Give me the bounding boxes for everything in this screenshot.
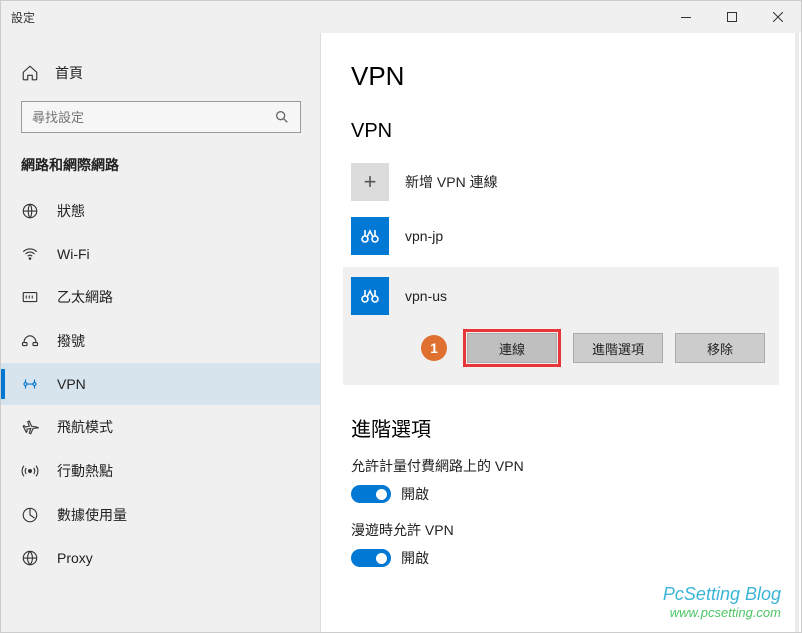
nav-label: Proxy xyxy=(57,550,93,566)
vpn-tile-icon xyxy=(351,277,389,315)
sidebar-item-status[interactable]: 狀態 xyxy=(1,189,321,233)
nav-label: 行動熱點 xyxy=(57,461,113,481)
setting-label: 允許計量付費網路上的 VPN xyxy=(351,456,771,476)
vpn-tile-icon xyxy=(351,217,389,255)
add-vpn-button[interactable]: + 新增 VPN 連線 xyxy=(351,155,771,209)
vpn-name: vpn-us xyxy=(405,288,447,304)
plus-icon: + xyxy=(351,163,389,201)
sidebar-item-vpn[interactable]: VPN xyxy=(1,363,321,405)
advanced-options-button[interactable]: 進階選項 xyxy=(573,333,663,363)
scrollbar[interactable] xyxy=(795,33,799,632)
page-title: VPN xyxy=(351,61,771,92)
vpn-actions: 1 連線 進階選項 移除 xyxy=(351,329,771,367)
hotspot-icon xyxy=(21,462,39,480)
sidebar-item-datausage[interactable]: 數據使用量 xyxy=(1,493,321,537)
add-vpn-label: 新增 VPN 連線 xyxy=(405,172,498,192)
content-pane: VPN VPN + 新增 VPN 連線 vpn-jp vpn-us 1 連線 進… xyxy=(321,33,801,632)
search-box[interactable] xyxy=(21,101,301,133)
watermark-url: www.pcsetting.com xyxy=(663,605,781,620)
window-controls xyxy=(663,1,801,33)
nav-label: 撥號 xyxy=(57,331,85,351)
close-button[interactable] xyxy=(755,1,801,33)
nav-label: 數據使用量 xyxy=(57,505,127,525)
vpn-connection-selected[interactable]: vpn-us 1 連線 進階選項 移除 xyxy=(343,267,779,385)
home-icon xyxy=(21,64,39,82)
dialup-icon xyxy=(21,332,39,350)
advanced-section-title: 進階選項 xyxy=(351,413,771,442)
proxy-icon xyxy=(21,549,39,567)
home-label: 首頁 xyxy=(55,63,83,83)
toggle-state: 開啟 xyxy=(401,548,429,568)
highlight-box: 連線 xyxy=(463,329,561,367)
setting-roaming-vpn: 漫遊時允許 VPN 開啟 xyxy=(351,520,771,568)
sidebar-item-proxy[interactable]: Proxy xyxy=(1,537,321,579)
sidebar-item-ethernet[interactable]: 乙太網路 xyxy=(1,275,321,319)
window-title: 設定 xyxy=(11,9,663,26)
sidebar-item-wifi[interactable]: Wi-Fi xyxy=(1,233,321,275)
watermark-title: PcSetting Blog xyxy=(663,584,781,605)
titlebar: 設定 xyxy=(1,1,801,33)
nav-label: 飛航模式 xyxy=(57,417,113,437)
toggle-metered-vpn[interactable] xyxy=(351,485,391,503)
sidebar-item-airplane[interactable]: 飛航模式 xyxy=(1,405,321,449)
remove-button[interactable]: 移除 xyxy=(675,333,765,363)
section-title: VPN xyxy=(351,120,771,143)
toggle-roaming-vpn[interactable] xyxy=(351,549,391,567)
vpn-name: vpn-jp xyxy=(405,228,443,244)
toggle-state: 開啟 xyxy=(401,484,429,504)
airplane-icon xyxy=(21,418,39,436)
search-icon xyxy=(274,109,290,125)
search-input[interactable] xyxy=(32,110,274,125)
category-label: 網路和網際網路 xyxy=(1,149,321,189)
nav-label: 狀態 xyxy=(57,201,85,221)
nav-label: 乙太網路 xyxy=(57,287,113,307)
ethernet-icon xyxy=(21,288,39,306)
nav-label: Wi-Fi xyxy=(57,246,90,262)
minimize-button[interactable] xyxy=(663,1,709,33)
sidebar-item-hotspot[interactable]: 行動熱點 xyxy=(1,449,321,493)
sidebar-item-dialup[interactable]: 撥號 xyxy=(1,319,321,363)
setting-metered-vpn: 允許計量付費網路上的 VPN 開啟 xyxy=(351,456,771,504)
home-button[interactable]: 首頁 xyxy=(1,53,321,101)
watermark: PcSetting Blog www.pcsetting.com xyxy=(663,584,781,620)
connect-button[interactable]: 連線 xyxy=(467,333,557,363)
sidebar: 首頁 網路和網際網路 狀態 Wi-Fi 乙太網路 撥號 VPN 飛 xyxy=(1,33,321,632)
data-usage-icon xyxy=(21,506,39,524)
setting-label: 漫遊時允許 VPN xyxy=(351,520,771,540)
globe-icon xyxy=(21,202,39,220)
step-badge: 1 xyxy=(421,335,447,361)
wifi-icon xyxy=(21,245,39,263)
vpn-icon xyxy=(21,375,39,393)
nav-label: VPN xyxy=(57,376,86,392)
vpn-connection-item[interactable]: vpn-jp xyxy=(351,209,771,263)
maximize-button[interactable] xyxy=(709,1,755,33)
